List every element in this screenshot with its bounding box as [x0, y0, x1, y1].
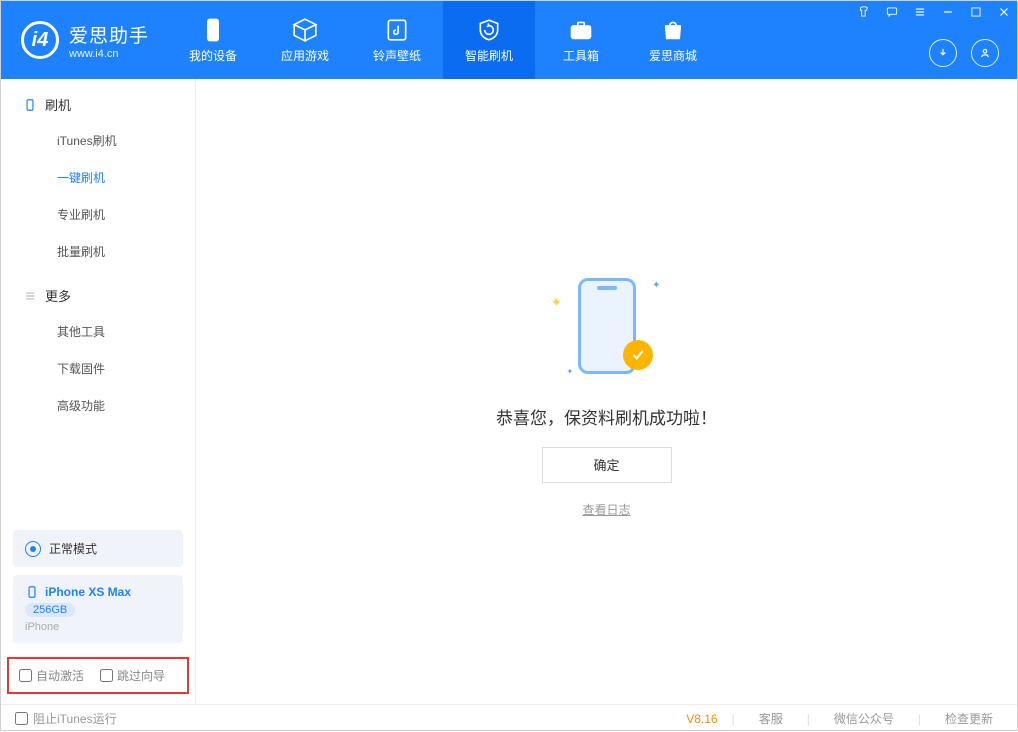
device-mode-status[interactable]: 正常模式	[13, 530, 183, 567]
customer-service-link[interactable]: 客服	[749, 710, 793, 727]
sidebar-item-itunes[interactable]: iTunes刷机	[1, 122, 195, 159]
device-icon	[200, 17, 226, 43]
status-bar: 阻止iTunes运行 V8.16 | 客服 | 微信公众号 | 检查更新	[1, 704, 1017, 732]
app-url: www.i4.cn	[69, 48, 149, 60]
success-message: 恭喜您，保资料刷机成功啦！	[496, 404, 717, 429]
nav-apps[interactable]: 应用游戏	[259, 1, 351, 79]
sidebar-item-batch[interactable]: 批量刷机	[1, 233, 195, 270]
ok-button[interactable]: 确定	[542, 447, 672, 483]
menu-icon[interactable]	[913, 5, 927, 19]
refresh-shield-icon	[476, 17, 502, 43]
logo-icon: i4	[21, 21, 59, 59]
download-button[interactable]	[929, 39, 957, 67]
cube-icon	[292, 17, 318, 43]
check-update-link[interactable]: 检查更新	[935, 710, 1003, 727]
header-actions	[929, 39, 999, 67]
device-capacity: 256GB	[25, 603, 75, 617]
maximize-icon[interactable]	[969, 5, 983, 19]
check-badge-icon	[623, 340, 653, 370]
nav-label: 爱思商城	[649, 47, 697, 64]
account-button[interactable]	[971, 39, 999, 67]
status-dot-icon	[25, 541, 41, 557]
music-icon	[384, 17, 410, 43]
sparkle-icon: ✦	[652, 280, 660, 291]
toolbox-icon	[568, 17, 594, 43]
tshirt-icon[interactable]	[857, 5, 871, 19]
auto-activate-checkbox[interactable]: 自动激活	[19, 667, 84, 684]
bag-icon	[660, 17, 686, 43]
version-label: V8.16	[686, 712, 717, 726]
nav-store[interactable]: 爱思商城	[627, 1, 719, 79]
highlighted-options: 自动激活 跳过向导	[7, 657, 189, 694]
nav-flash[interactable]: 智能刷机	[443, 1, 535, 79]
sidebar-item-pro[interactable]: 专业刷机	[1, 196, 195, 233]
app-name: 爱思助手	[69, 21, 149, 48]
nav-label: 铃声壁纸	[373, 47, 421, 64]
nav-label: 工具箱	[563, 47, 599, 64]
status-text: 正常模式	[49, 540, 97, 557]
device-name: iPhone XS Max	[45, 585, 131, 599]
phone-icon	[23, 98, 37, 112]
title-bar: i4 爱思助手 www.i4.cn 我的设备 应用游戏 铃声壁纸 智能刷机 工具…	[1, 1, 1017, 79]
view-log-link[interactable]: 查看日志	[582, 501, 630, 518]
list-icon	[23, 289, 37, 303]
sidebar-item-othertools[interactable]: 其他工具	[1, 313, 195, 350]
skip-guide-checkbox[interactable]: 跳过向导	[100, 667, 165, 684]
nav-ringtones[interactable]: 铃声壁纸	[351, 1, 443, 79]
sparkle-icon: ✦	[551, 294, 563, 311]
nav-toolbox[interactable]: 工具箱	[535, 1, 627, 79]
nav-label: 智能刷机	[465, 47, 513, 64]
close-icon[interactable]	[997, 5, 1011, 19]
wechat-link[interactable]: 微信公众号	[824, 710, 904, 727]
nav-my-device[interactable]: 我的设备	[167, 1, 259, 79]
device-card[interactable]: iPhone XS Max 256GB iPhone	[13, 575, 183, 643]
device-icon	[25, 585, 39, 599]
nav-label: 我的设备	[189, 47, 237, 64]
feedback-icon[interactable]	[885, 5, 899, 19]
sidebar-item-advanced[interactable]: 高级功能	[1, 387, 195, 424]
sidebar-item-oneclick[interactable]: 一键刷机	[1, 159, 195, 196]
sidebar-section-flash: 刷机	[1, 79, 195, 122]
sidebar-item-firmware[interactable]: 下载固件	[1, 350, 195, 387]
logo: i4 爱思助手 www.i4.cn	[1, 1, 167, 79]
minimize-icon[interactable]	[941, 5, 955, 19]
block-itunes-checkbox[interactable]: 阻止iTunes运行	[15, 710, 117, 727]
main-nav: 我的设备 应用游戏 铃声壁纸 智能刷机 工具箱 爱思商城	[167, 1, 719, 79]
main-content: ✦ ✦ ✦ 恭喜您，保资料刷机成功啦！ 确定 查看日志	[196, 79, 1017, 704]
sidebar-section-more: 更多	[1, 270, 195, 313]
success-illustration: ✦ ✦ ✦	[547, 266, 667, 386]
sidebar: 刷机 iTunes刷机 一键刷机 专业刷机 批量刷机 更多 其他工具 下载固件 …	[1, 79, 196, 704]
device-type: iPhone	[25, 621, 171, 633]
sparkle-icon: ✦	[567, 367, 574, 376]
window-controls	[857, 5, 1011, 19]
nav-label: 应用游戏	[281, 47, 329, 64]
